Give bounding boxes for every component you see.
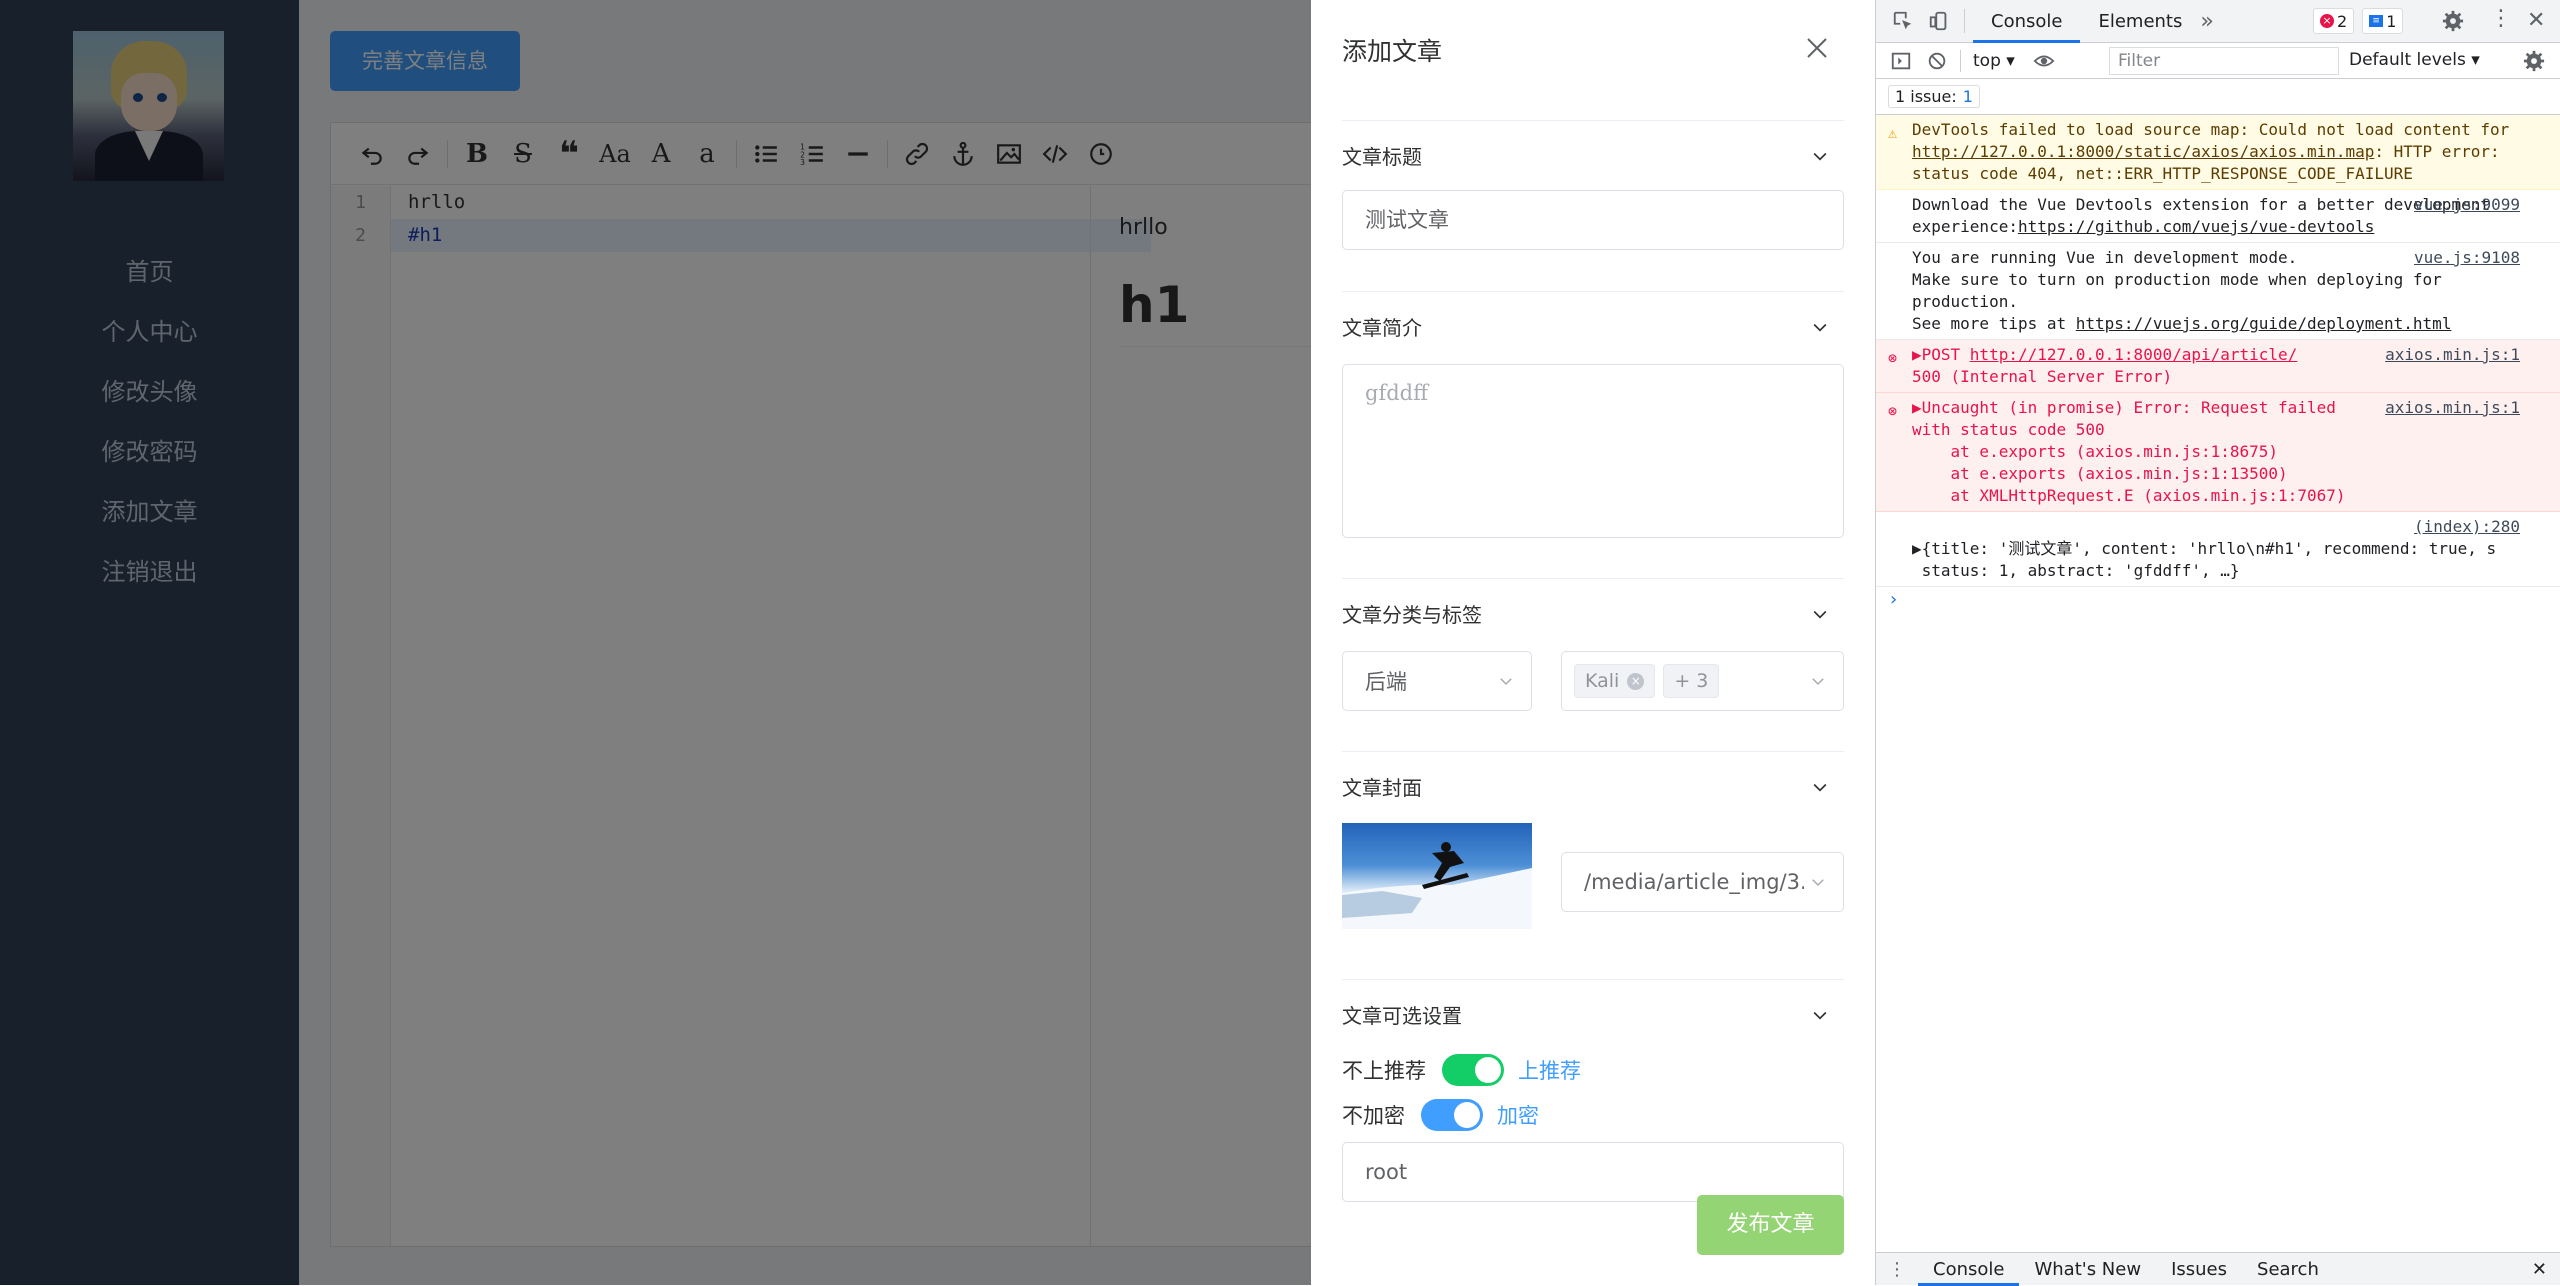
add-article-drawer: 添加文章 文章标题 测试文章 文章简介 gfddff 文章分类与标签 后端 Ka… bbox=[1311, 0, 1875, 1285]
error-icon: ⊗ bbox=[1888, 402, 1898, 420]
cover-path-select[interactable]: /media/article_img/3.jpg bbox=[1561, 852, 1844, 912]
message-source-link[interactable]: axios.min.js:1 bbox=[2385, 344, 2520, 366]
recommend-off-label: 不上推荐 bbox=[1342, 1059, 1426, 1083]
error-count-badge[interactable]: × 2 bbox=[2313, 8, 2355, 34]
recommend-toggle[interactable] bbox=[1442, 1054, 1504, 1086]
section-category-label: 文章分类与标签 bbox=[1342, 603, 1482, 627]
chevron-down-icon bbox=[1813, 152, 1827, 161]
article-abstract-textarea[interactable]: gfddff bbox=[1342, 364, 1844, 538]
article-title-input[interactable]: 测试文章 bbox=[1342, 190, 1844, 250]
close-devtools-icon[interactable]: ✕ bbox=[2527, 8, 2545, 33]
section-category-header[interactable]: 文章分类与标签 bbox=[1342, 578, 1844, 648]
app: 首页 个人中心 修改头像 修改密码 添加文章 注销退出 完善文章信息 B S ❝… bbox=[0, 0, 1875, 1285]
drawer-tab-search[interactable]: Search bbox=[2242, 1253, 2334, 1286]
console-message: Download the Vue Devtools extension for … bbox=[1876, 190, 2560, 243]
drawer-menu-icon[interactable]: ⋮ bbox=[1876, 1259, 1918, 1280]
console-message: You are running Vue in development mode.… bbox=[1876, 243, 2560, 340]
message-link[interactable]: http://127.0.0.1:8000/static/axios/axios… bbox=[1912, 142, 2374, 161]
message-source-link[interactable]: vue.js:9099 bbox=[2414, 194, 2520, 216]
chevron-down-icon bbox=[1813, 323, 1827, 332]
section-cover-label: 文章封面 bbox=[1342, 776, 1422, 800]
log-levels-select[interactable]: Default levels ▾ bbox=[2349, 50, 2480, 70]
encrypt-on-label: 加密 bbox=[1497, 1104, 1539, 1128]
encrypt-off-label: 不加密 bbox=[1342, 1104, 1405, 1128]
section-abstract-header[interactable]: 文章简介 bbox=[1342, 291, 1844, 361]
chevron-down-icon bbox=[1813, 783, 1827, 792]
console-prompt[interactable]: › bbox=[1876, 587, 2560, 610]
drawer-tab-console[interactable]: Console bbox=[1918, 1253, 2020, 1286]
devtools-tabbar: Console Elements » × 2 ≡ 1 ⋮ ✕ bbox=[1876, 0, 2560, 43]
more-tabs-icon[interactable]: » bbox=[2200, 9, 2213, 34]
close-icon[interactable]: × bbox=[1627, 672, 1645, 690]
console-message: ⊗ ▶POST http://127.0.0.1:8000/api/article… bbox=[1876, 340, 2560, 393]
message-icon: ≡ bbox=[2369, 15, 2384, 27]
tab-console[interactable]: Console bbox=[1973, 0, 2081, 43]
section-title-header[interactable]: 文章标题 bbox=[1342, 120, 1844, 190]
error-icon: × bbox=[2320, 14, 2334, 28]
chevron-down-icon bbox=[1812, 879, 1824, 887]
modal-overlay[interactable] bbox=[0, 0, 1311, 1285]
tag-more-chip: + 3 bbox=[1663, 664, 1720, 698]
console-message: ⚠ DevTools failed to load source map: Cou… bbox=[1876, 115, 2560, 190]
issues-link[interactable]: 1 issue: 1 bbox=[1888, 85, 1980, 108]
section-cover-header[interactable]: 文章封面 bbox=[1342, 751, 1844, 821]
chevron-down-icon bbox=[1812, 678, 1824, 686]
chevron-down-icon bbox=[1813, 1011, 1827, 1020]
message-source-link[interactable]: vue.js:9108 bbox=[2414, 247, 2520, 269]
message-link[interactable]: https://vuejs.org/guide/deployment.html bbox=[2076, 314, 2452, 333]
section-options-label: 文章可选设置 bbox=[1342, 1004, 1462, 1028]
inspect-element-icon[interactable] bbox=[1892, 10, 1914, 32]
section-title-label: 文章标题 bbox=[1342, 145, 1422, 169]
section-abstract-label: 文章简介 bbox=[1342, 316, 1422, 340]
close-icon[interactable] bbox=[1805, 36, 1829, 60]
context-select[interactable]: top ▾ bbox=[1973, 51, 2015, 71]
message-link[interactable]: https://github.com/vuejs/vue-devtools bbox=[2018, 217, 2374, 236]
message-source-link[interactable]: axios.min.js:1 bbox=[2385, 397, 2520, 419]
console-messages: ⚠ DevTools failed to load source map: Cou… bbox=[1876, 115, 2560, 587]
category-value: 后端 bbox=[1365, 670, 1407, 694]
issues-bar: 1 issue: 1 bbox=[1876, 79, 2560, 115]
password-input[interactable]: root bbox=[1342, 1142, 1844, 1202]
drawer-tab-issues[interactable]: Issues bbox=[2156, 1253, 2242, 1286]
kebab-menu-icon[interactable]: ⋮ bbox=[2490, 6, 2512, 31]
cover-preview-image bbox=[1342, 823, 1532, 929]
tab-elements[interactable]: Elements bbox=[2080, 0, 2200, 43]
tag-chip: Kali × bbox=[1574, 664, 1656, 698]
console-message: ⊗ ▶Uncaught (in promise) Error: Request f… bbox=[1876, 393, 2560, 512]
cover-path-value: /media/article_img/3.jpg bbox=[1584, 870, 1804, 894]
chevron-down-icon bbox=[1813, 610, 1827, 619]
message-link[interactable]: http://127.0.0.1:8000/api/article/ bbox=[1970, 345, 2298, 364]
category-select[interactable]: 后端 bbox=[1342, 651, 1532, 711]
device-toolbar-icon[interactable] bbox=[1928, 10, 1950, 32]
console-toolbar: top ▾ Filter Default levels ▾ bbox=[1876, 43, 2560, 79]
filter-input[interactable]: Filter bbox=[2109, 47, 2339, 75]
publish-article-button[interactable]: 发布文章 bbox=[1697, 1195, 1844, 1255]
gear-icon[interactable] bbox=[2442, 10, 2464, 32]
sidebar-toggle-icon[interactable] bbox=[1890, 50, 1912, 72]
error-icon: ⊗ bbox=[1888, 349, 1898, 367]
warning-icon: ⚠ bbox=[1888, 124, 1898, 142]
console-message: ▶{title: '测试文章', content: 'hrllo\n#h1', … bbox=[1876, 512, 2560, 587]
eye-icon[interactable] bbox=[2033, 50, 2055, 72]
encrypt-toggle[interactable] bbox=[1421, 1099, 1483, 1131]
drawer-tab-whats-new[interactable]: What's New bbox=[2019, 1253, 2156, 1286]
issue-count-badge[interactable]: ≡ 1 bbox=[2362, 8, 2404, 34]
gear-icon[interactable] bbox=[2523, 50, 2545, 72]
message-source-link[interactable]: (index):280 bbox=[2414, 516, 2520, 538]
section-options-header[interactable]: 文章可选设置 bbox=[1342, 979, 1844, 1049]
recommend-row: 不上推荐 上推荐 bbox=[1342, 1054, 1581, 1086]
encrypt-row: 不加密 加密 bbox=[1342, 1099, 1539, 1131]
tags-select[interactable]: Kali × + 3 bbox=[1561, 651, 1844, 711]
clear-console-icon[interactable] bbox=[1926, 50, 1948, 72]
chevron-down-icon bbox=[1500, 678, 1512, 686]
devtools-panel: Console Elements » × 2 ≡ 1 ⋮ ✕ top ▾ Filte… bbox=[1875, 0, 2560, 1286]
drawer-tabbar: ⋮ Console What's New Issues Search ✕ bbox=[1876, 1252, 2560, 1286]
recommend-on-label: 上推荐 bbox=[1518, 1059, 1581, 1083]
close-drawer-icon[interactable]: ✕ bbox=[2532, 1259, 2547, 1280]
drawer-title: 添加文章 bbox=[1342, 37, 1443, 66]
